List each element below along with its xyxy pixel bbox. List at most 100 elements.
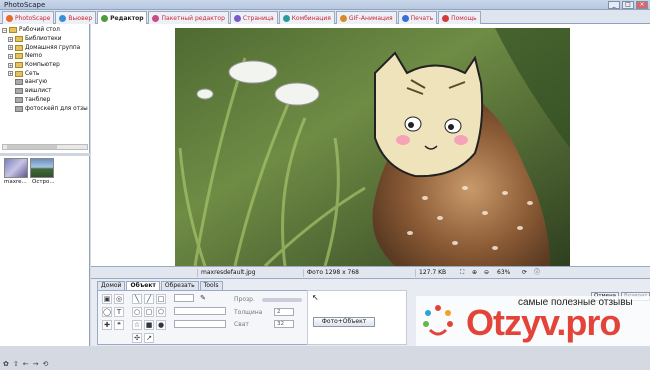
tab-8[interactable]: Помощь <box>438 11 481 24</box>
tree-item[interactable]: + Библиотеки <box>2 35 88 44</box>
filled-circle-icon[interactable]: ● <box>156 320 166 330</box>
refresh-icon[interactable]: ⟲ <box>43 360 49 368</box>
tab-tools[interactable]: Tools <box>199 281 223 290</box>
photo-icon[interactable]: ▣ <box>102 294 112 304</box>
folder-tree: − Рабочий стол + Библиотеки + Домашняя группа… <box>2 26 88 113</box>
tab-3[interactable]: Пакетный редактор <box>148 11 229 24</box>
tab-label: Печать <box>410 14 434 22</box>
tab-7[interactable]: Печать <box>397 11 438 24</box>
blur-field[interactable]: 32 <box>274 320 294 328</box>
text-icon[interactable]: T <box>114 307 124 317</box>
tab-icon <box>339 14 347 22</box>
tree-item[interactable]: вишлист <box>2 87 88 96</box>
expand-toggle[interactable]: + <box>8 62 13 68</box>
tab-label: PhotoScape <box>15 14 51 22</box>
sticker-icon[interactable]: ◎ <box>114 294 124 304</box>
tab-label: Комбинация <box>291 14 331 22</box>
expand-toggle[interactable]: + <box>8 36 13 42</box>
status-filesize: 127.7 KB <box>415 269 455 277</box>
folder-icon <box>15 44 23 51</box>
tree-item[interactable]: + Nemo <box>2 52 88 61</box>
minimize-button[interactable]: _ <box>608 1 620 9</box>
rotate-icon[interactable]: ⟳ <box>519 269 530 277</box>
opacity-label: Прозр. <box>234 296 255 303</box>
folder-icon <box>15 79 23 86</box>
tree-item[interactable]: + Домашняя группа <box>2 43 88 52</box>
diagonal-line-icon[interactable]: ╱ <box>144 294 154 304</box>
line-icon[interactable]: ╲ <box>132 294 142 304</box>
cursor-icon[interactable]: ✣ <box>132 333 142 343</box>
tree-item[interactable]: фотоскейп для отзы <box>2 104 88 113</box>
speech-bubble-icon[interactable]: ◯ <box>102 307 112 317</box>
thickness-label: Толщина <box>234 309 263 316</box>
tree-item[interactable]: вангую <box>2 78 88 87</box>
tree-item[interactable]: + Компьютер <box>2 61 88 70</box>
tab-2[interactable]: Редактор <box>97 11 148 24</box>
forward-icon[interactable]: → <box>33 360 39 368</box>
close-button[interactable]: × <box>636 1 648 9</box>
tree-item-label: вангую <box>25 79 48 86</box>
tree-item-label: Библиотеки <box>25 36 62 43</box>
folder-icon <box>15 36 23 43</box>
circle-icon[interactable]: ○ <box>132 307 142 317</box>
fill-style-dropdown[interactable] <box>174 320 226 328</box>
thumbnail-image[interactable] <box>4 158 28 178</box>
tab-crop[interactable]: Обрезать <box>160 281 199 290</box>
maximize-button[interactable]: □ <box>622 1 634 9</box>
blur-label: Сват <box>234 321 249 328</box>
tree-item[interactable]: − Рабочий стол <box>2 26 88 35</box>
tree-horizontal-scrollbar[interactable] <box>2 144 88 150</box>
thumbnail-label: Остро... <box>32 179 55 185</box>
tree-item[interactable]: танблер <box>2 96 88 105</box>
tab-4[interactable]: Страница <box>229 11 278 24</box>
zoom-out-icon[interactable]: ⊖ <box>481 269 492 277</box>
color-dropdown[interactable] <box>174 294 194 302</box>
flower-icon[interactable]: ✿ <box>3 360 9 368</box>
network-icon <box>15 70 23 77</box>
scroll-thumb[interactable] <box>7 145 57 149</box>
edited-photo[interactable] <box>175 28 570 266</box>
pointer-icon[interactable]: ↖ <box>312 293 319 302</box>
status-filename: maxresdefault.jpg <box>197 269 303 277</box>
tab-icon <box>401 14 409 22</box>
tab-6[interactable]: GIF-Анимация <box>335 11 397 24</box>
tab-label: Помощь <box>451 14 477 22</box>
expand-toggle[interactable]: − <box>2 27 7 33</box>
tree-item[interactable]: + Сеть <box>2 69 88 78</box>
tab-home[interactable]: Домой <box>97 281 126 290</box>
arrow-icon[interactable]: ↗ <box>144 333 154 343</box>
line-style-dropdown[interactable] <box>174 307 226 315</box>
pipette-icon[interactable]: ✎ <box>198 294 208 304</box>
tab-0[interactable]: PhotoScape <box>2 11 55 24</box>
thumbnail-image[interactable] <box>30 158 54 178</box>
tab-1[interactable]: Вьювер <box>55 11 97 24</box>
filled-rect-icon[interactable]: ■ <box>144 320 154 330</box>
star-icon[interactable]: ☆ <box>132 320 142 330</box>
editor-canvas[interactable] <box>91 24 650 266</box>
tree-item-label: фотоскейп для отзы <box>25 105 88 112</box>
photo-object-button[interactable]: Фото+Объект <box>313 317 375 327</box>
info-icon[interactable]: ⓘ <box>531 269 543 277</box>
folder-icon <box>15 88 23 95</box>
panel-splitter[interactable] <box>0 153 90 156</box>
rounded-rect-icon[interactable]: ▢ <box>144 307 154 317</box>
symbol-icon[interactable]: ✚ <box>102 320 112 330</box>
expand-toggle[interactable]: + <box>8 71 13 77</box>
zoom-level: 63% <box>497 269 511 276</box>
opacity-slider[interactable] <box>262 298 302 302</box>
app-title: PhotoScape <box>4 1 46 9</box>
zoom-fit-icon[interactable]: ⛶ <box>457 269 467 277</box>
quote-icon[interactable]: ❝ <box>114 320 124 330</box>
tree-item-label: вишлист <box>25 88 52 95</box>
expand-toggle[interactable]: + <box>8 45 13 51</box>
tree-item-label: Рабочий стол <box>19 27 60 34</box>
rectangle-icon[interactable]: □ <box>156 294 166 304</box>
tab-5[interactable]: Комбинация <box>278 11 335 24</box>
back-icon[interactable]: ← <box>23 360 29 368</box>
thickness-field[interactable]: 2 <box>274 308 294 316</box>
expand-toggle[interactable]: + <box>8 53 13 59</box>
tab-object[interactable]: Объект <box>126 281 160 290</box>
polygon-icon[interactable]: ⬠ <box>156 307 166 317</box>
zoom-in-icon[interactable]: ⊕ <box>469 269 480 277</box>
up-icon[interactable]: ⇧ <box>13 360 19 368</box>
